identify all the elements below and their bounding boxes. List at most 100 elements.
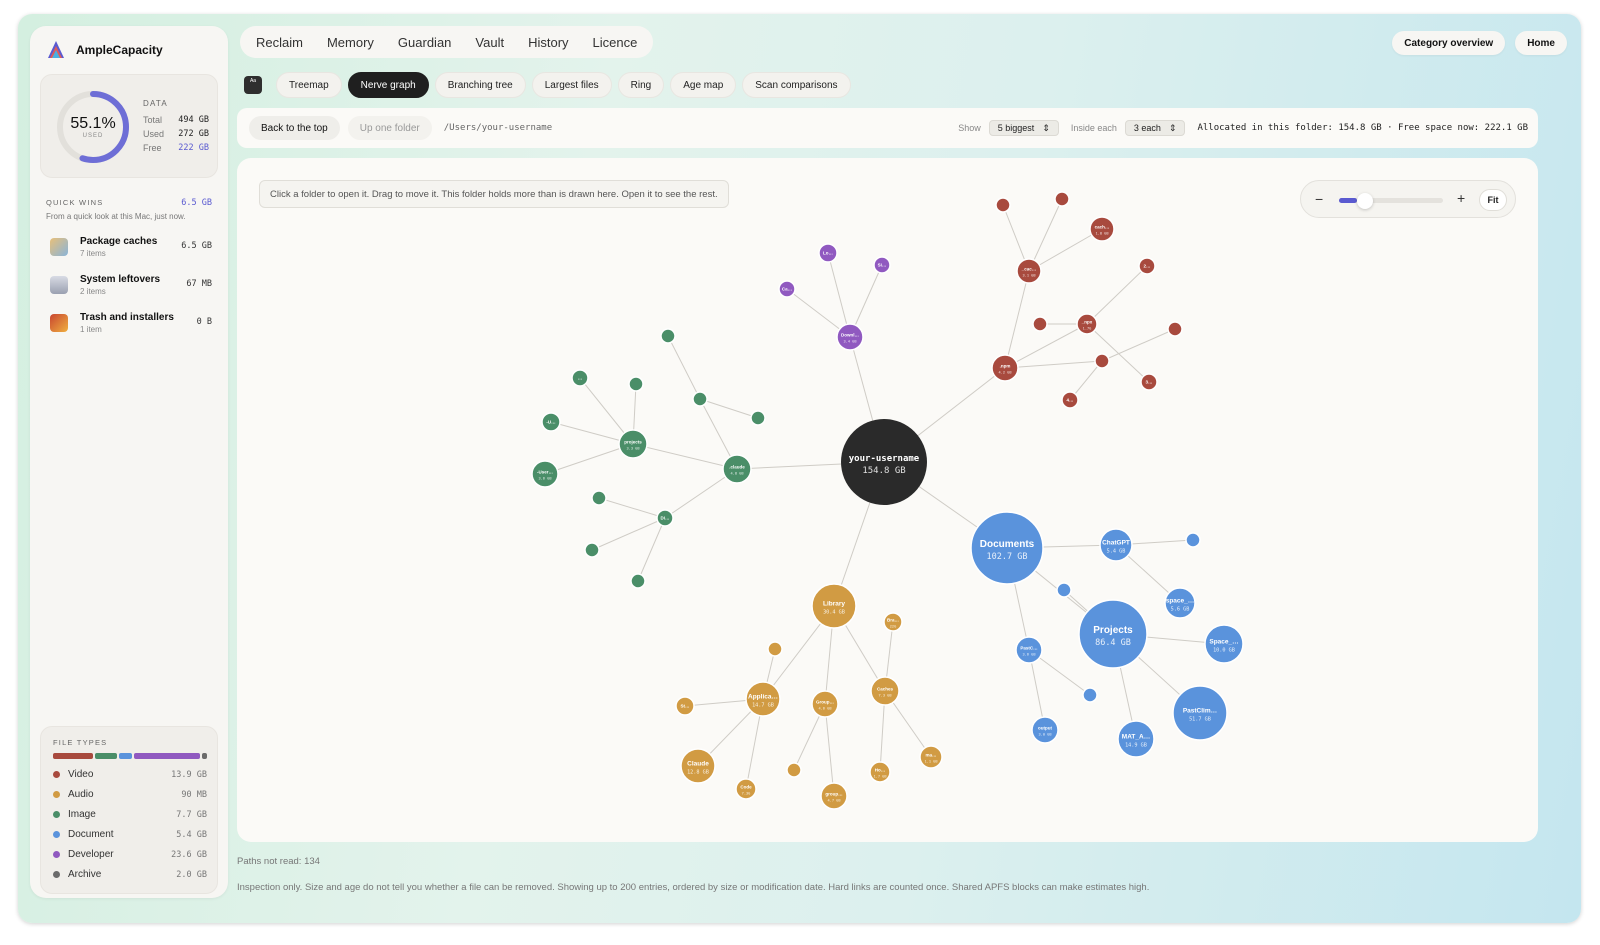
folder-node-root[interactable]: your-username 154.8 GB [841, 419, 927, 505]
show-select[interactable]: 5 biggest ⇕ [988, 120, 1059, 136]
folder-node-circle[interactable] [591, 490, 607, 506]
folder-node-g_c[interactable] [628, 376, 644, 392]
folder-node-bra[interactable]: Bra… 22G [883, 612, 903, 632]
folder-node-g_h[interactable] [630, 573, 646, 589]
folder-node-o_a[interactable] [767, 641, 783, 657]
folder-node-si[interactable]: Si… [873, 256, 891, 274]
folder-node-down[interactable]: Downl… 3.4 GB [836, 323, 864, 351]
tab-scan-comparisons[interactable]: Scan comparisons [742, 72, 851, 98]
file-type-image[interactable]: Image 7.7 GB [53, 809, 207, 820]
folder-node-g_f[interactable] [591, 490, 607, 506]
folder-node-claude[interactable]: .claude 4.8 GB [722, 454, 752, 484]
folder-node-circle[interactable] [767, 641, 783, 657]
up-one-folder-button[interactable]: Up one folder [347, 116, 432, 140]
tab-reclaim[interactable]: Reclaim [256, 35, 315, 50]
folder-node-circle[interactable] [630, 573, 646, 589]
folder-node-b_a[interactable] [1185, 532, 1201, 548]
folder-node-circle[interactable] [1167, 321, 1183, 337]
folder-node-appl[interactable]: Applica… 14.7 GB [745, 681, 781, 717]
folder-node-g_g[interactable] [584, 542, 600, 558]
folder-node-circle[interactable] [692, 391, 708, 407]
tab-nerve-graph[interactable]: Nerve graph [347, 72, 429, 98]
folder-node-b_b[interactable] [1082, 687, 1098, 703]
folder-node-npx[interactable]: _npx 1.7G [1076, 313, 1098, 335]
brand[interactable]: AmpleCapacity [46, 40, 163, 60]
tab-vault[interactable]: Vault [463, 35, 516, 50]
folder-node-r_d[interactable] [1094, 353, 1110, 369]
folder-node-b_c[interactable] [1056, 582, 1072, 598]
folder-node-r_b[interactable] [1054, 191, 1070, 207]
file-type-audio[interactable]: Audio 90 MB [53, 789, 207, 800]
file-type-video[interactable]: Video 13.9 GB [53, 769, 207, 780]
folder-node-g_a[interactable] [692, 391, 708, 407]
file-type-document[interactable]: Document 5.4 GB [53, 829, 207, 840]
folder-node-pastclim[interactable]: PastClim… 51.7 GB [1172, 685, 1228, 741]
folder-node-g_b[interactable] [660, 328, 676, 344]
folder-node-circle[interactable] [786, 762, 802, 778]
folder-node-docs[interactable]: Documents 102.7 GB [970, 511, 1044, 585]
folder-node-circle[interactable] [995, 197, 1011, 213]
file-type-developer[interactable]: Developer 23.6 GB [53, 849, 207, 860]
inside-each-select[interactable]: 3 each ⇕ [1124, 120, 1186, 136]
folder-node-g_di[interactable]: Di… [656, 509, 674, 527]
folder-node-pastc[interactable]: PastC… 3.6 GB [1015, 636, 1043, 664]
file-type-archive[interactable]: Archive 2.0 GB [53, 869, 207, 880]
folder-node-g_e[interactable]: … [571, 369, 589, 387]
folder-node-cach[interactable]: cach… 1.8 GB [1089, 216, 1115, 242]
quick-win-package-caches[interactable]: Package caches 7 items 6.5 GB [50, 234, 212, 264]
folder-node-chat[interactable]: ChatGPT 5.4 GB [1099, 528, 1133, 562]
folder-node-projb[interactable]: Projects 86.4 GB [1078, 599, 1148, 669]
folder-node-circle[interactable] [1094, 353, 1110, 369]
folder-node-group2[interactable]: group… 4.7 GB [820, 782, 848, 810]
folder-node-space1[interactable]: space_… 5.6 GB [1164, 587, 1196, 619]
folder-node-o_st[interactable]: St… [675, 696, 695, 716]
folder-node-code[interactable]: Code 7.3G [735, 778, 757, 800]
tab-licence[interactable]: Licence [581, 35, 638, 50]
tab-memory[interactable]: Memory [315, 35, 386, 50]
folder-node-caches[interactable]: Caches 7.3 GB [870, 676, 900, 706]
tab-largest-files[interactable]: Largest files [531, 72, 612, 98]
quick-win-trash-installers[interactable]: Trash and installers 1 item 0 B [50, 310, 212, 340]
zoom-slider-knob[interactable] [1357, 193, 1373, 209]
folder-node-claudeo[interactable]: Claude 12.8 GB [680, 748, 716, 784]
folder-node-r_2[interactable]: 2… [1138, 257, 1156, 275]
home-button[interactable]: Home [1515, 31, 1567, 55]
back-to-top-button[interactable]: Back to the top [249, 116, 340, 140]
folder-node-ca[interactable]: Ca… [778, 280, 796, 298]
folder-node-circle[interactable] [584, 542, 600, 558]
folder-node-circle[interactable] [628, 376, 644, 392]
folder-node-o_b[interactable] [786, 762, 802, 778]
tab-age-map[interactable]: Age map [670, 72, 737, 98]
folder-node-lo[interactable]: Lo… [818, 243, 838, 263]
tab-treemap[interactable]: Treemap [276, 72, 342, 98]
folder-node-r_3[interactable]: 3… [1140, 373, 1158, 391]
folder-node-mat[interactable]: MAT_A… 14.9 GB [1117, 720, 1155, 758]
folder-node-o_ho[interactable]: Ho… 1.7 GB [869, 761, 891, 783]
folder-node-r_4[interactable]: 4… [1061, 391, 1079, 409]
folder-node-circle[interactable] [1054, 191, 1070, 207]
zoom-out-button[interactable]: − [1315, 191, 1323, 207]
folder-node-circle[interactable] [660, 328, 676, 344]
folder-node-circle[interactable] [1032, 316, 1048, 332]
folder-node-g_u[interactable]: -U… [541, 412, 561, 432]
folder-node-r_a[interactable] [995, 197, 1011, 213]
fit-button[interactable]: Fit [1479, 189, 1507, 211]
folder-node-lib[interactable]: Library 30.4 GB [811, 583, 857, 629]
folder-node-circle[interactable] [1185, 532, 1201, 548]
folder-node-g_d[interactable] [750, 410, 766, 426]
zoom-slider[interactable] [1339, 193, 1443, 209]
folder-node-output[interactable]: output 3.0 GB [1031, 716, 1059, 744]
tab-branching-tree[interactable]: Branching tree [434, 72, 526, 98]
folder-node-r_c[interactable] [1032, 316, 1048, 332]
tab-guardian[interactable]: Guardian [386, 35, 463, 50]
folder-node-npm[interactable]: .npm 4.2 GB [991, 354, 1019, 382]
quick-win-system-leftovers[interactable]: System leftovers 2 items 67 MB [50, 272, 212, 302]
folder-node-r_e[interactable] [1167, 321, 1183, 337]
folder-node-o_ma[interactable]: ma… 1.1 GB [919, 745, 943, 769]
nerve-graph[interactable]: your-username 154.8 GB .npm 4.2 GB _cac… 3.1 … [237, 158, 1538, 842]
folder-node-space2[interactable]: Space_… 10.0 GB [1204, 624, 1244, 664]
folder-node-proj[interactable]: projects 3.3 GB [618, 429, 648, 459]
folder-node-circle[interactable] [1056, 582, 1072, 598]
zoom-in-button[interactable]: + [1457, 190, 1465, 206]
folder-node-group[interactable]: Group… 4.6 GB [811, 690, 839, 718]
